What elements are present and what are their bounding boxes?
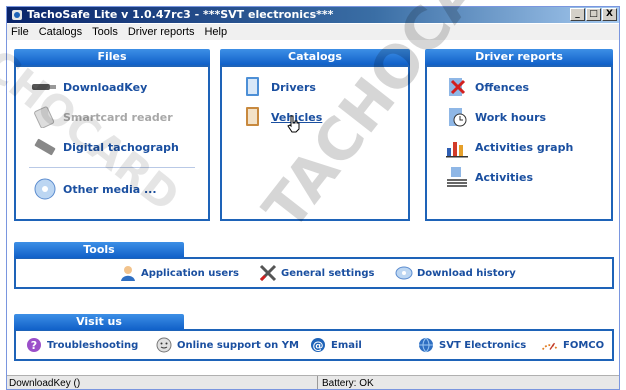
offences-label: Offences bbox=[475, 80, 530, 94]
app-window: TachoSafe Lite v 1.0.47rc3 - ***SVT elec… bbox=[6, 6, 620, 390]
tachograph-icon bbox=[31, 135, 59, 159]
clock-icon bbox=[443, 105, 471, 129]
usb-key-icon bbox=[31, 75, 59, 99]
card-reader-icon bbox=[31, 105, 59, 129]
activities-item[interactable]: Activities bbox=[443, 165, 533, 189]
app-icon bbox=[12, 10, 22, 20]
menu-file[interactable]: File bbox=[11, 26, 29, 38]
tools-panel-header: Tools bbox=[14, 242, 184, 258]
at-icon: @ bbox=[309, 336, 327, 354]
user-icon bbox=[119, 264, 137, 282]
minimize-button[interactable]: _ bbox=[570, 8, 585, 21]
close-button[interactable]: X bbox=[602, 8, 617, 21]
menu-help[interactable]: Help bbox=[204, 26, 227, 38]
general-settings-label: General settings bbox=[281, 267, 375, 279]
title-bar[interactable]: TachoSafe Lite v 1.0.47rc3 - ***SVT elec… bbox=[7, 7, 619, 23]
menu-catalogs[interactable]: Catalogs bbox=[39, 26, 82, 38]
svg-text:?: ? bbox=[31, 339, 37, 352]
work-hours-item[interactable]: Work hours bbox=[443, 105, 546, 129]
online-support-label: Online support on YM bbox=[177, 339, 299, 351]
general-settings-item[interactable]: General settings bbox=[259, 264, 374, 282]
work-hours-label: Work hours bbox=[475, 110, 547, 124]
visit-us-panel-header: Visit us bbox=[14, 314, 184, 330]
files-panel-header: Files bbox=[14, 49, 210, 65]
fomco-logo-icon bbox=[541, 336, 559, 354]
email-item[interactable]: @ Email bbox=[309, 336, 362, 354]
hand-cursor-icon bbox=[287, 115, 300, 133]
troubleshooting-item[interactable]: ? Troubleshooting bbox=[25, 336, 138, 354]
troubleshooting-label: Troubleshooting bbox=[47, 339, 139, 351]
status-bar: DownloadKey () Battery: OK bbox=[7, 375, 619, 389]
status-device: DownloadKey () bbox=[9, 378, 81, 389]
disc-icon bbox=[31, 177, 59, 201]
list-icon bbox=[443, 165, 471, 189]
menu-driver-reports[interactable]: Driver reports bbox=[128, 26, 195, 38]
fomco-label: FOMCO bbox=[563, 339, 605, 351]
svt-electronics-item[interactable]: SVT Electronics bbox=[417, 336, 526, 354]
offences-item[interactable]: Offences bbox=[443, 75, 529, 99]
drivers-item[interactable]: Drivers bbox=[239, 75, 316, 99]
application-users-label: Application users bbox=[141, 267, 240, 279]
activities-graph-item[interactable]: Activities graph bbox=[443, 135, 573, 159]
offence-icon bbox=[443, 75, 471, 99]
bar-chart-icon bbox=[443, 135, 471, 159]
activities-label: Activities bbox=[475, 170, 534, 184]
smartcard-reader-label: Smartcard reader bbox=[63, 110, 173, 124]
wrench-icon bbox=[259, 264, 277, 282]
application-users-item[interactable]: Application users bbox=[119, 264, 239, 282]
help-icon: ? bbox=[25, 336, 43, 354]
smartcard-reader-item[interactable]: Smartcard reader bbox=[31, 105, 173, 129]
catalogs-panel-header: Catalogs bbox=[220, 49, 410, 65]
other-media-item[interactable]: Other media ... bbox=[31, 177, 157, 201]
svg-text:@: @ bbox=[313, 339, 324, 352]
drivers-label: Drivers bbox=[271, 80, 316, 94]
other-media-label: Other media ... bbox=[63, 182, 157, 196]
book-icon bbox=[239, 75, 267, 99]
driver-reports-panel-header: Driver reports bbox=[425, 49, 613, 65]
files-divider bbox=[29, 167, 195, 168]
download-history-item[interactable]: Download history bbox=[395, 264, 516, 282]
globe-icon bbox=[417, 336, 435, 354]
download-history-label: Download history bbox=[417, 267, 516, 279]
smiley-icon bbox=[155, 336, 173, 354]
fomco-item[interactable]: FOMCO bbox=[541, 336, 604, 354]
digital-tachograph-label: Digital tachograph bbox=[63, 140, 179, 154]
download-key-item[interactable]: DownloadKey bbox=[31, 75, 147, 99]
book-icon bbox=[239, 105, 267, 129]
menu-bar: File Catalogs Tools Driver reports Help bbox=[7, 24, 619, 40]
vehicles-item[interactable]: Vehicles bbox=[239, 105, 322, 129]
window-title: TachoSafe Lite v 1.0.47rc3 - ***SVT elec… bbox=[27, 8, 334, 21]
email-label: Email bbox=[331, 339, 362, 351]
maximize-button[interactable]: □ bbox=[586, 8, 601, 21]
history-icon bbox=[395, 264, 413, 282]
digital-tachograph-item[interactable]: Digital tachograph bbox=[31, 135, 179, 159]
svt-electronics-label: SVT Electronics bbox=[439, 339, 527, 351]
online-support-item[interactable]: Online support on YM bbox=[155, 336, 299, 354]
activities-graph-label: Activities graph bbox=[475, 140, 574, 154]
download-key-label: DownloadKey bbox=[63, 80, 148, 94]
menu-tools[interactable]: Tools bbox=[92, 26, 118, 38]
status-battery: Battery: OK bbox=[317, 376, 374, 389]
